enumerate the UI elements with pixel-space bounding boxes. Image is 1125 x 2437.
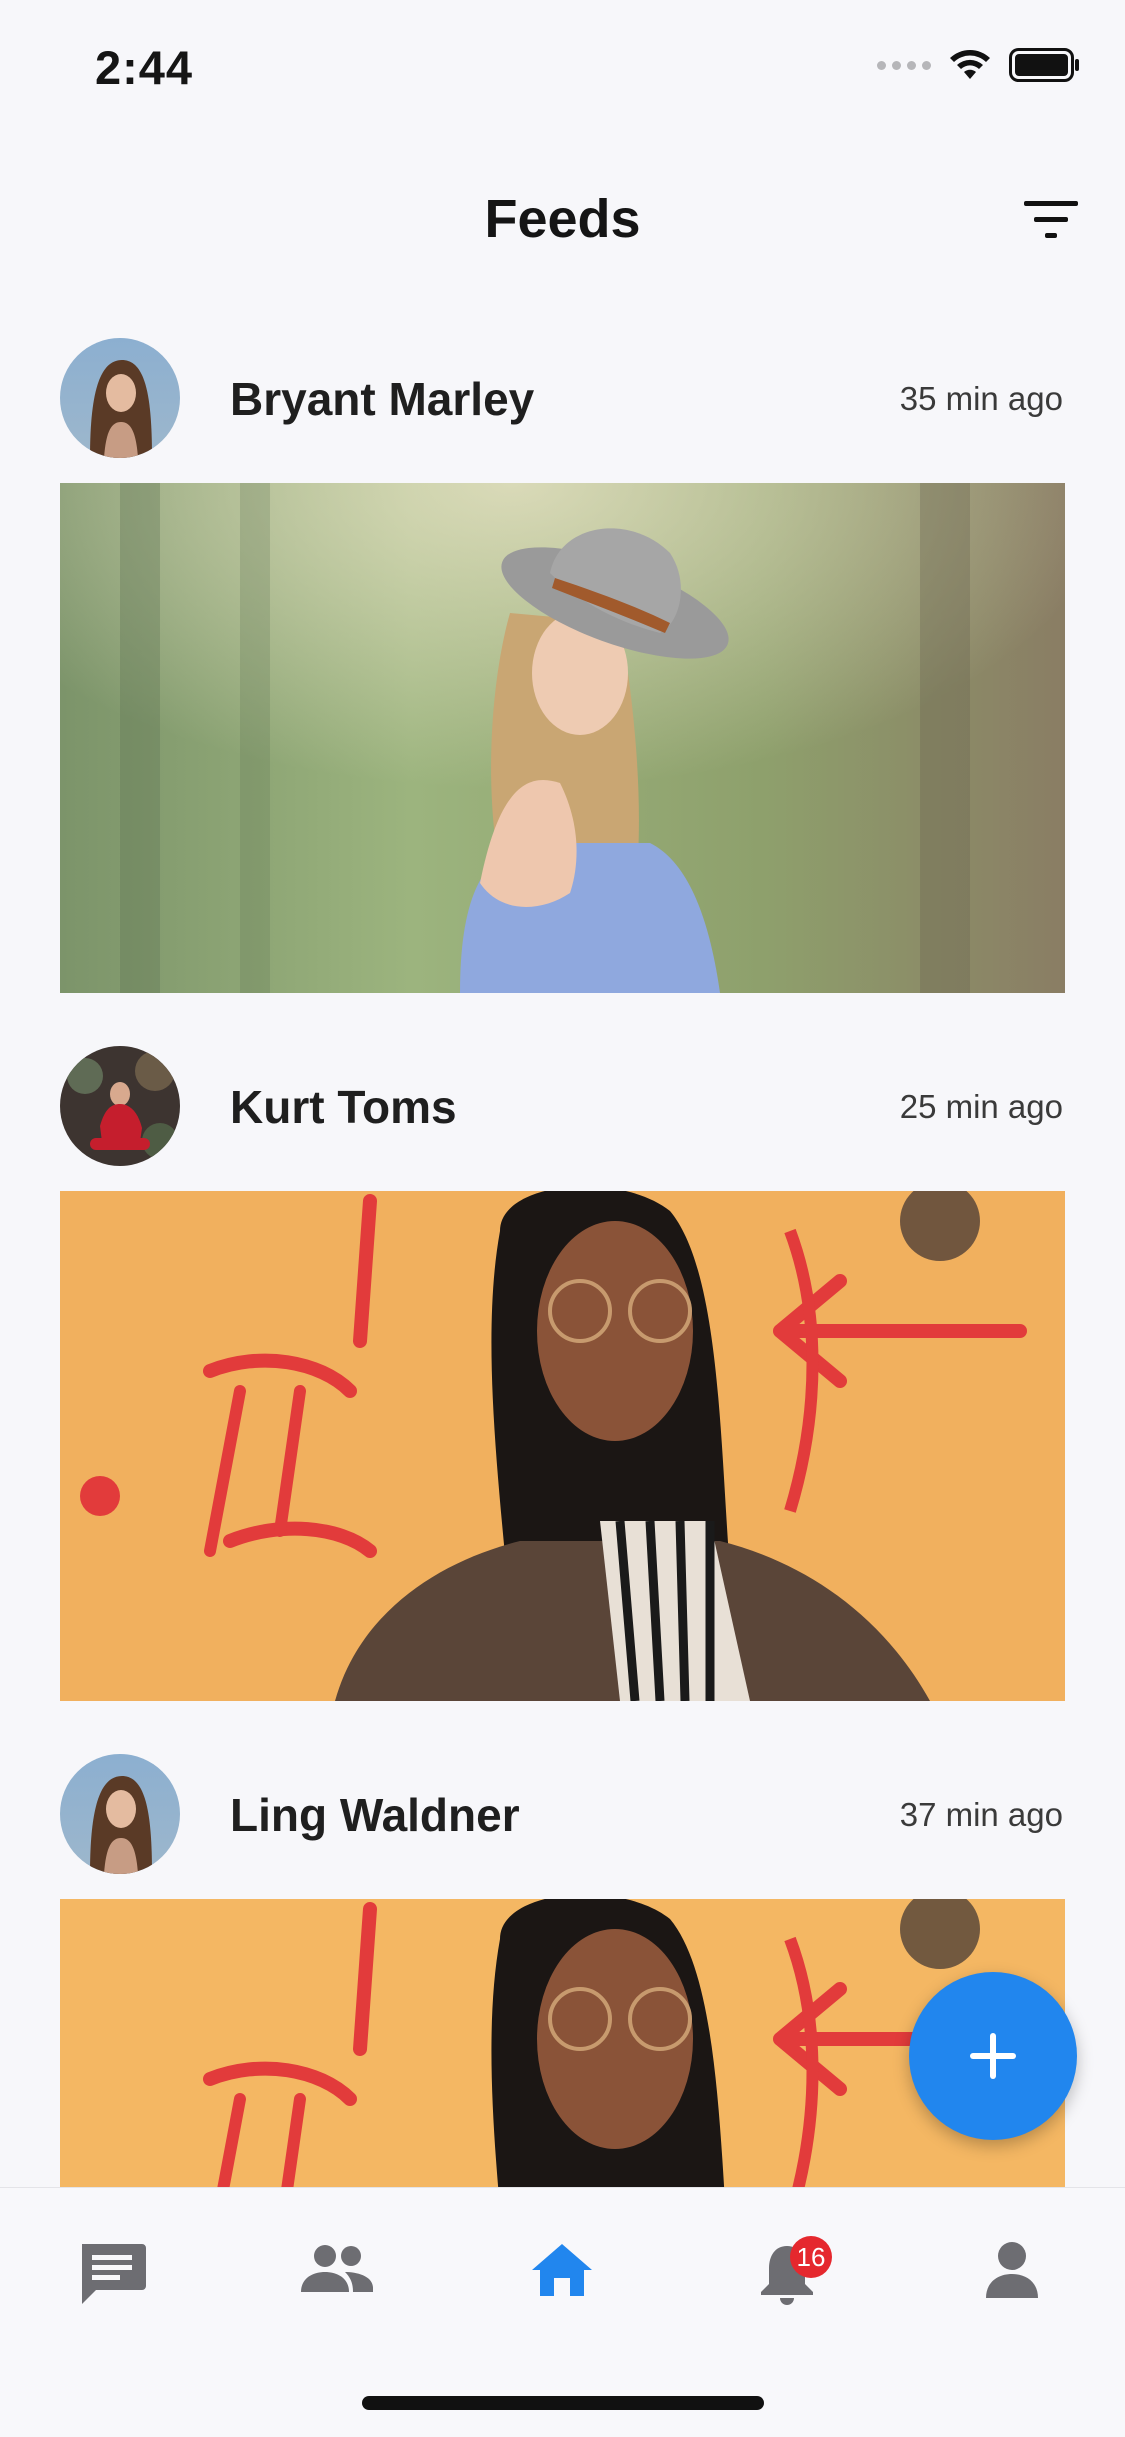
cellular-signal-icon: [877, 60, 931, 70]
author-name[interactable]: Kurt Toms: [230, 1080, 457, 1134]
wifi-icon: [950, 50, 990, 79]
add-post-button[interactable]: [909, 1972, 1077, 2140]
battery-icon: [1009, 48, 1079, 82]
post-time: 37 min ago: [899, 1796, 1063, 1833]
avatar[interactable]: [60, 1754, 180, 1874]
author-name[interactable]: Ling Waldner: [230, 1788, 520, 1842]
filter-button[interactable]: [1021, 195, 1081, 245]
feed-item[interactable]: Bryant Marley 35 min ago: [60, 300, 1065, 993]
status-indicators: [877, 48, 1081, 82]
status-bar: 2:44: [0, 0, 1125, 140]
post-time: 25 min ago: [899, 1088, 1063, 1125]
nav-people[interactable]: [292, 2240, 382, 2320]
filter-icon: [1024, 201, 1078, 238]
feed-item[interactable]: Kurt Toms 25 min ago: [60, 1008, 1065, 1701]
feed-item[interactable]: Ling Waldner 37 min ago: [60, 1716, 1065, 2187]
avatar[interactable]: [60, 1046, 180, 1166]
status-time: 2:44: [95, 41, 194, 94]
nav-notifications[interactable]: 16: [742, 2236, 832, 2320]
home-indicator: [362, 2396, 764, 2410]
page-title: Feeds: [484, 189, 641, 249]
people-icon: [301, 2245, 373, 2292]
feed-item-header: Kurt Toms 25 min ago: [60, 1008, 1065, 1166]
feed-item-header: Bryant Marley 35 min ago: [60, 300, 1065, 458]
chat-icon: [82, 2244, 146, 2304]
notification-badge: 16: [790, 2236, 832, 2278]
avatar[interactable]: [60, 338, 180, 458]
nav-home[interactable]: [517, 2240, 607, 2320]
nav-profile[interactable]: [967, 2240, 1057, 2320]
home-icon: [532, 2244, 592, 2296]
feed-item-header: Ling Waldner 37 min ago: [60, 1716, 1065, 1874]
plus-icon: [970, 2033, 1016, 2079]
post-time: 35 min ago: [899, 380, 1063, 417]
header: Feeds: [0, 140, 1125, 300]
post-image[interactable]: [60, 1191, 1065, 1701]
profile-icon: [986, 2242, 1038, 2298]
post-image[interactable]: [60, 483, 1065, 993]
nav-messages[interactable]: [67, 2240, 157, 2320]
author-name[interactable]: Bryant Marley: [230, 372, 534, 426]
